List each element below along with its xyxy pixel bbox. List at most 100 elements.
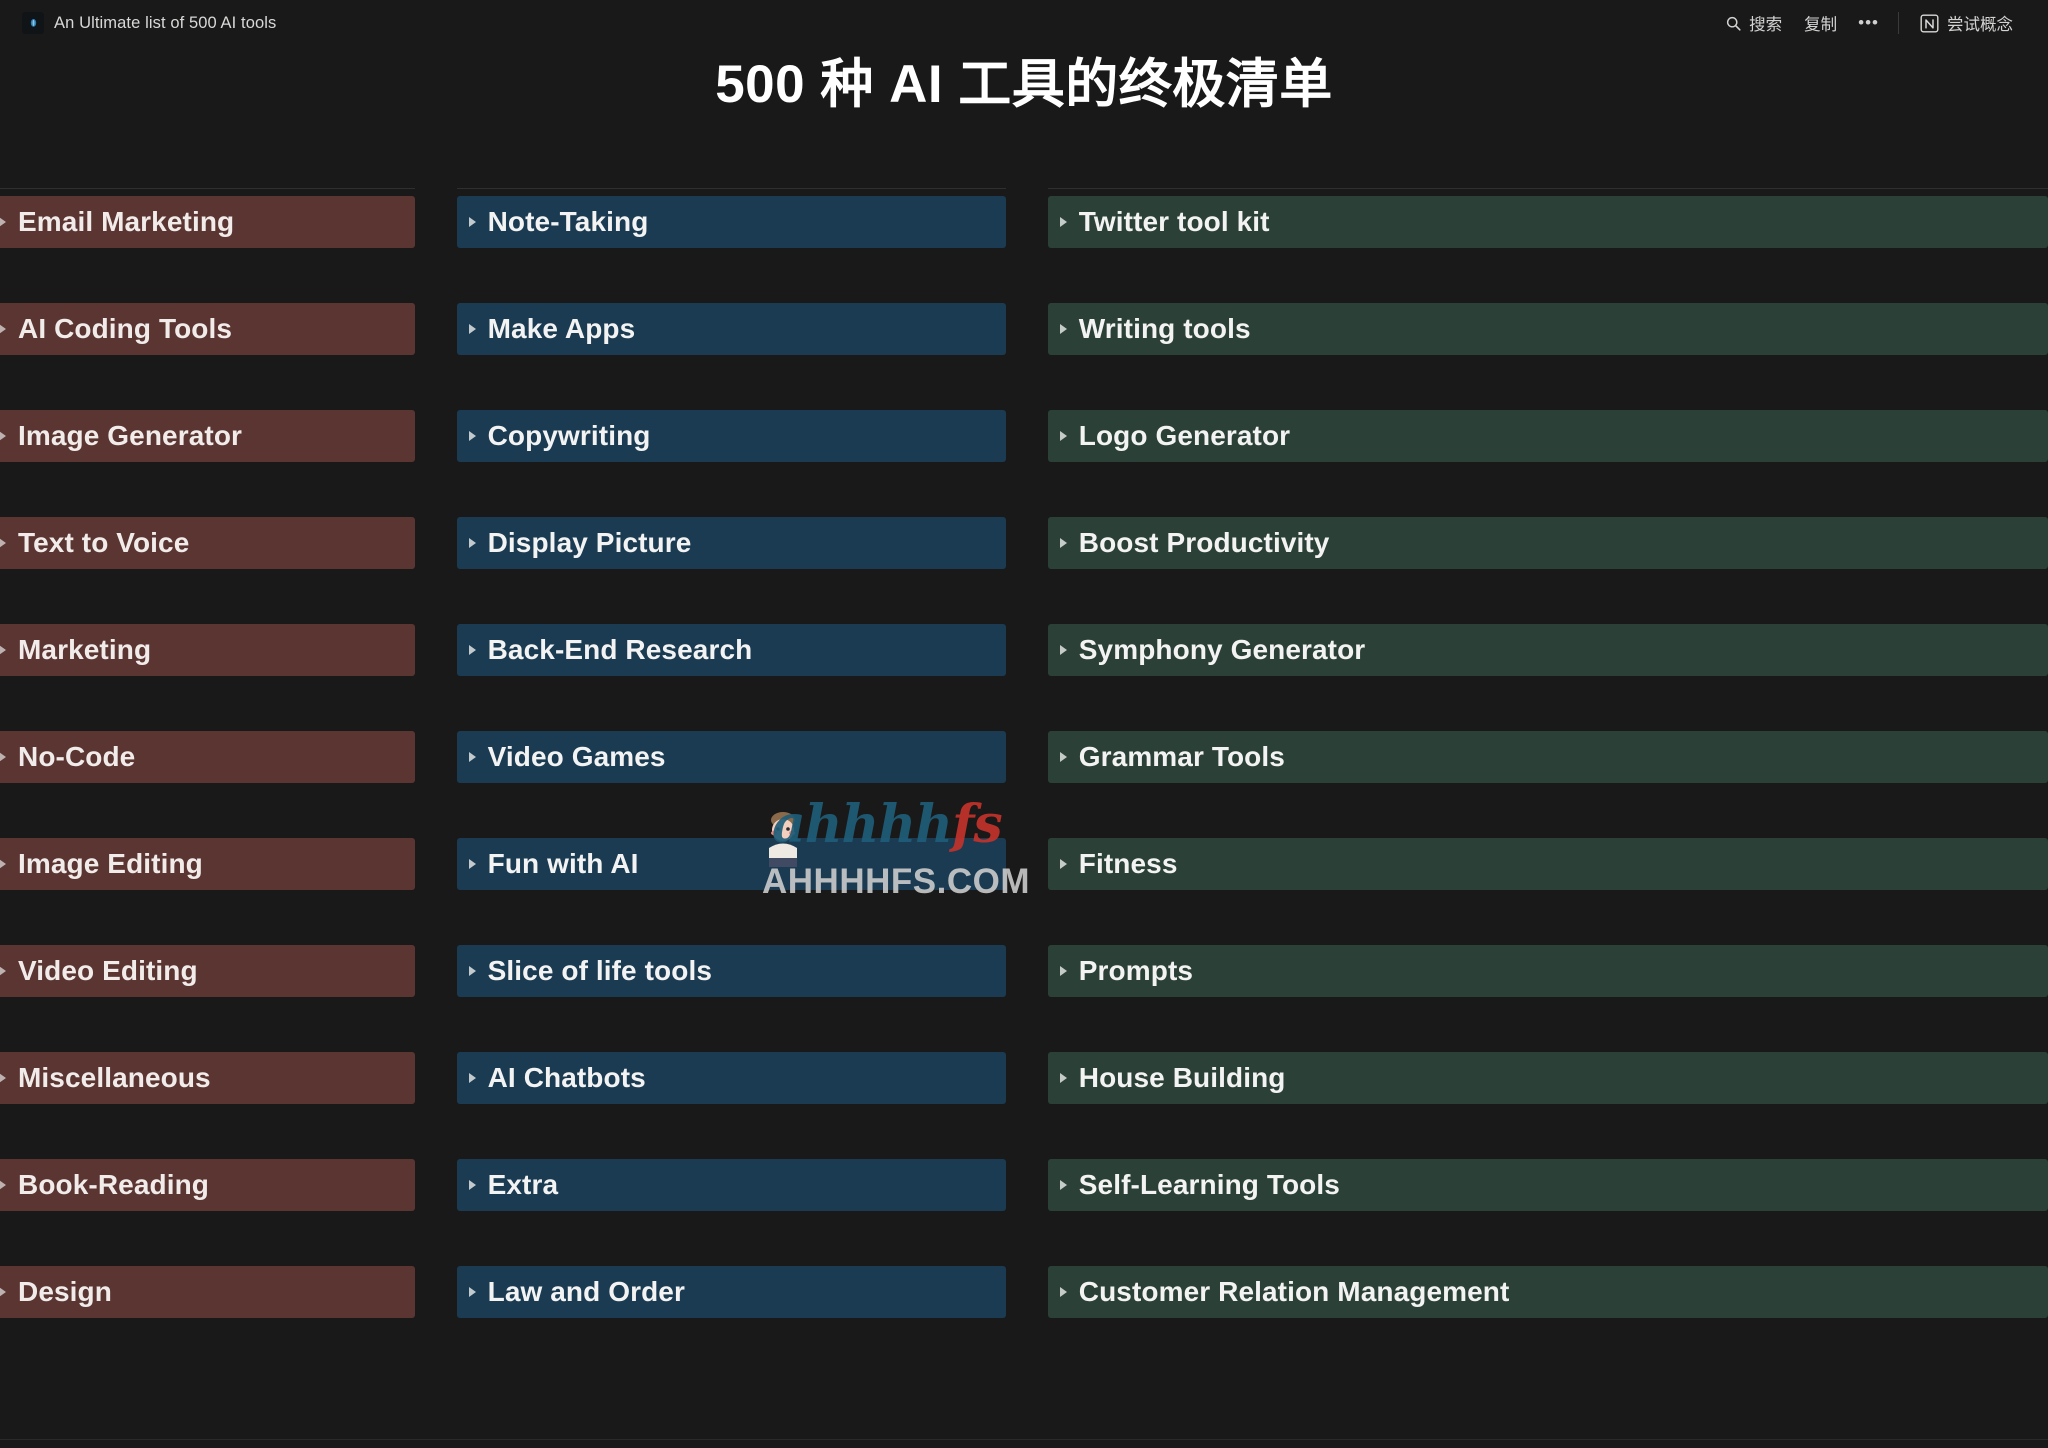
toggle-columns: Email Marketing AI Coding Tools Image Gene…: [0, 188, 2048, 1418]
toggle-triangle-icon[interactable]: [468, 859, 476, 869]
toggle-block[interactable]: Display Picture: [456, 517, 1006, 569]
toggle-triangle-icon[interactable]: [1059, 752, 1067, 762]
toggle-block[interactable]: No-Code: [0, 731, 415, 783]
duplicate-button[interactable]: 复制: [1793, 7, 1848, 39]
toggle-triangle-icon[interactable]: [1059, 217, 1067, 227]
toggle-block[interactable]: Logo Generator: [1047, 410, 2048, 462]
toggle-triangle-icon[interactable]: [468, 324, 476, 334]
toggle-block[interactable]: Video Editing: [0, 945, 415, 997]
toggle-triangle-icon[interactable]: [468, 1180, 476, 1190]
toggle-block[interactable]: Marketing: [0, 624, 415, 676]
toggle-block[interactable]: House Building: [1047, 1052, 2048, 1104]
toggle-label: Grammar Tools: [1078, 741, 1285, 772]
toggle-block[interactable]: Book-Reading: [0, 1159, 415, 1211]
toggle-label: Twitter tool kit: [1078, 206, 1270, 237]
toggle-triangle-icon[interactable]: [1059, 645, 1067, 655]
toggle-block[interactable]: AI Coding Tools: [0, 303, 415, 355]
try-notion-label: 尝试概念: [1947, 16, 2013, 34]
toggle-block[interactable]: Make Apps: [456, 303, 1006, 355]
toggle-label: No-Code: [18, 741, 136, 772]
toggle-triangle-icon[interactable]: [468, 1287, 476, 1297]
toggle-label: Fun with AI: [487, 848, 639, 879]
toggle-triangle-icon[interactable]: [0, 966, 6, 976]
toggle-block[interactable]: Video Games: [456, 731, 1006, 783]
toggle-label: Customer Relation Management: [1078, 1276, 1510, 1307]
toggle-block[interactable]: Image Editing: [0, 838, 415, 890]
toggle-block[interactable]: AI Chatbots: [456, 1052, 1006, 1104]
try-notion-button[interactable]: 尝试概念: [1908, 7, 2024, 39]
toggle-triangle-icon[interactable]: [468, 538, 476, 548]
breadcrumb[interactable]: An Ultimate list of 500 AI tools: [22, 12, 276, 34]
search-button[interactable]: 搜索: [1714, 7, 1793, 39]
toggle-triangle-icon[interactable]: [1059, 1180, 1067, 1190]
toggle-triangle-icon[interactable]: [0, 752, 6, 762]
toggle-block[interactable]: Text to Voice: [0, 517, 415, 569]
toggle-block[interactable]: Copywriting: [456, 410, 1006, 462]
toggle-block[interactable]: Image Generator: [0, 410, 415, 462]
toggle-block[interactable]: Slice of life tools: [456, 945, 1006, 997]
toggle-block[interactable]: Extra: [456, 1159, 1006, 1211]
toggle-label: Email Marketing: [18, 206, 235, 237]
toggle-block[interactable]: Fitness: [1047, 838, 2048, 890]
footer-divider: [0, 1439, 2048, 1440]
toggle-block[interactable]: Back-End Research: [456, 624, 1006, 676]
toggle-triangle-icon[interactable]: [0, 1287, 6, 1297]
toggle-triangle-icon[interactable]: [0, 538, 6, 548]
toggle-block[interactable]: Grammar Tools: [1047, 731, 2048, 783]
column-right: Twitter tool kit Writing tools Logo Genera…: [1047, 188, 2048, 1373]
toggle-triangle-icon[interactable]: [1059, 324, 1067, 334]
toggle-label: Image Generator: [18, 420, 243, 451]
toggle-triangle-icon[interactable]: [0, 431, 6, 441]
toggle-label: Note-Taking: [487, 206, 649, 237]
toggle-label: Logo Generator: [1078, 420, 1291, 451]
toggle-triangle-icon[interactable]: [1059, 1073, 1067, 1083]
toggle-triangle-icon[interactable]: [468, 752, 476, 762]
toggle-label: Back-End Research: [487, 634, 753, 665]
toggle-triangle-icon[interactable]: [468, 645, 476, 655]
toggle-triangle-icon[interactable]: [0, 1073, 6, 1083]
toggle-block[interactable]: Twitter tool kit: [1047, 196, 2048, 248]
toggle-triangle-icon[interactable]: [468, 431, 476, 441]
toggle-triangle-icon[interactable]: [0, 1180, 6, 1190]
toggle-block[interactable]: Law and Order: [456, 1266, 1006, 1318]
toggle-block[interactable]: Boost Productivity: [1047, 517, 2048, 569]
toggle-block[interactable]: Prompts: [1047, 945, 2048, 997]
toggle-triangle-icon[interactable]: [1059, 1287, 1067, 1297]
toggle-block[interactable]: Customer Relation Management: [1047, 1266, 2048, 1318]
toggle-block[interactable]: Symphony Generator: [1047, 624, 2048, 676]
toggle-label: Slice of life tools: [487, 955, 712, 986]
toggle-block[interactable]: Miscellaneous: [0, 1052, 415, 1104]
toggle-triangle-icon[interactable]: [1059, 431, 1067, 441]
toggle-label: Extra: [487, 1169, 559, 1200]
toggle-triangle-icon[interactable]: [1059, 538, 1067, 548]
toggle-block[interactable]: Note-Taking: [456, 196, 1006, 248]
toggle-triangle-icon[interactable]: [0, 645, 6, 655]
page-title: 500 种 AI 工具的终极清单: [715, 55, 1333, 114]
toggle-label: Marketing: [18, 634, 152, 665]
toggle-label: Symphony Generator: [1078, 634, 1366, 665]
toggle-label: Display Picture: [487, 527, 692, 558]
toggle-triangle-icon[interactable]: [0, 859, 6, 869]
toggle-label: Boost Productivity: [1078, 527, 1330, 558]
toggle-triangle-icon[interactable]: [468, 966, 476, 976]
toggle-triangle-icon[interactable]: [0, 324, 6, 334]
toggle-block[interactable]: Design: [0, 1266, 415, 1318]
toggle-label: Prompts: [1078, 955, 1194, 986]
toggle-label: AI Chatbots: [487, 1062, 646, 1093]
toggle-triangle-icon[interactable]: [468, 217, 476, 227]
toggle-label: Text to Voice: [18, 527, 190, 558]
breadcrumb-title: An Ultimate list of 500 AI tools: [54, 13, 277, 32]
toggle-block[interactable]: Fun with AI: [456, 838, 1006, 890]
ellipsis-icon: •••: [1858, 13, 1879, 32]
toggle-triangle-icon[interactable]: [0, 217, 6, 227]
toggle-label: Make Apps: [487, 313, 636, 344]
more-options-button[interactable]: •••: [1848, 14, 1889, 32]
toggle-block[interactable]: Self-Learning Tools: [1047, 1159, 2048, 1211]
column-left: Email Marketing AI Coding Tools Image Gene…: [0, 188, 415, 1373]
toggle-label: AI Coding Tools: [18, 313, 233, 344]
toggle-triangle-icon[interactable]: [468, 1073, 476, 1083]
toggle-block[interactable]: Email Marketing: [0, 196, 415, 248]
toggle-triangle-icon[interactable]: [1059, 859, 1067, 869]
toggle-triangle-icon[interactable]: [1059, 966, 1067, 976]
toggle-block[interactable]: Writing tools: [1047, 303, 2048, 355]
